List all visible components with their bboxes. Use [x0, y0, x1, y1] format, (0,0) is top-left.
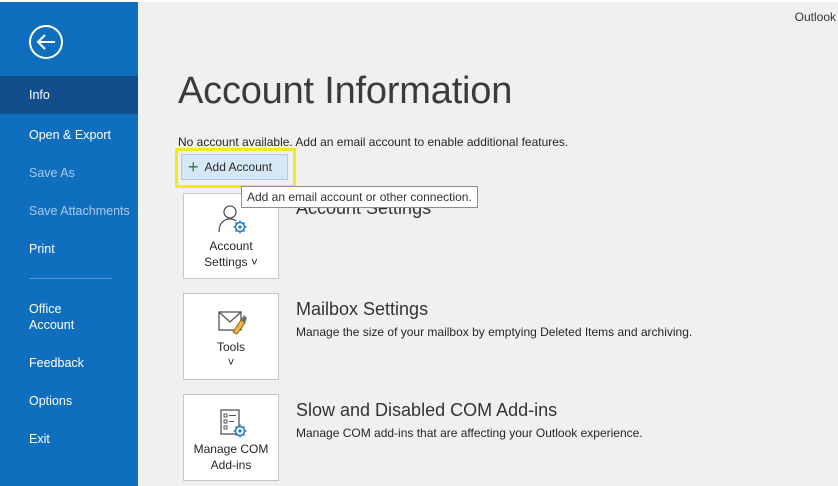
- sidebar-item-exit[interactable]: Exit: [0, 431, 138, 447]
- section-desc-mailbox-settings: Manage the size of your mailbox by empty…: [296, 325, 693, 339]
- add-account-label: Add Account: [204, 160, 272, 174]
- sidebar-item-office-account[interactable]: Office Account: [0, 301, 138, 333]
- sidebar-item-save-attachments[interactable]: Save Attachments: [0, 203, 138, 219]
- add-account-tooltip: Add an email account or other connection…: [241, 186, 478, 208]
- tile-label: Manage COM: [193, 442, 269, 456]
- add-account-button[interactable]: + Add Account: [181, 154, 288, 180]
- sidebar-item-feedback[interactable]: Feedback: [0, 355, 138, 371]
- section-desc-com-addins: Manage COM add-ins that are affecting yo…: [296, 426, 643, 440]
- sidebar-item-save-as[interactable]: Save As: [0, 165, 138, 181]
- sidebar-item-label: Info: [29, 88, 50, 102]
- section-title-mailbox-settings: Mailbox Settings: [296, 299, 429, 319]
- tile-label: Settings ˅: [204, 255, 258, 269]
- plus-icon: +: [188, 157, 199, 177]
- app-name: Outlook: [794, 10, 836, 24]
- mailbox-tools-icon: [218, 311, 247, 335]
- sidebar-item-label: Options: [29, 394, 73, 408]
- sidebar-item-print[interactable]: Print: [0, 241, 138, 257]
- sidebar-item-label: Save Attachments: [29, 204, 130, 218]
- com-addins-icon: [220, 409, 247, 438]
- tile-label: Account: [209, 239, 253, 253]
- back-button[interactable]: [29, 25, 63, 59]
- sidebar-item-label: Office: [29, 302, 62, 316]
- tile-label: ˅: [227, 355, 235, 369]
- sidebar-item-label: Save As: [29, 166, 75, 180]
- page-title: Account Information: [178, 70, 513, 112]
- manage-com-addins-tile[interactable]: Manage COM Add-ins: [183, 394, 279, 481]
- sidebar-item-info[interactable]: Info: [0, 76, 138, 114]
- sidebar-divider: [29, 278, 112, 279]
- sidebar-item-label: Feedback: [29, 356, 84, 370]
- sidebar-item-options[interactable]: Options: [0, 393, 138, 409]
- sidebar-item-label: Exit: [29, 432, 50, 446]
- tools-tile[interactable]: Tools ˅: [183, 293, 279, 380]
- backstage-sidebar: Info Open & Export Save As Save Attachme…: [0, 2, 138, 486]
- intro-text: No account available. Add an email accou…: [178, 135, 569, 149]
- tile-label: Add-ins: [210, 458, 252, 472]
- sidebar-item-label: Print: [29, 242, 55, 256]
- tile-label: Tools: [216, 340, 245, 354]
- section-title-com-addins: Slow and Disabled COM Add-ins: [296, 400, 558, 420]
- sidebar-item-label: Account: [29, 318, 75, 332]
- sidebar-item-open-export[interactable]: Open & Export: [0, 127, 138, 143]
- back-arrow-icon: [36, 34, 55, 50]
- sidebar-item-label: Open & Export: [29, 128, 111, 142]
